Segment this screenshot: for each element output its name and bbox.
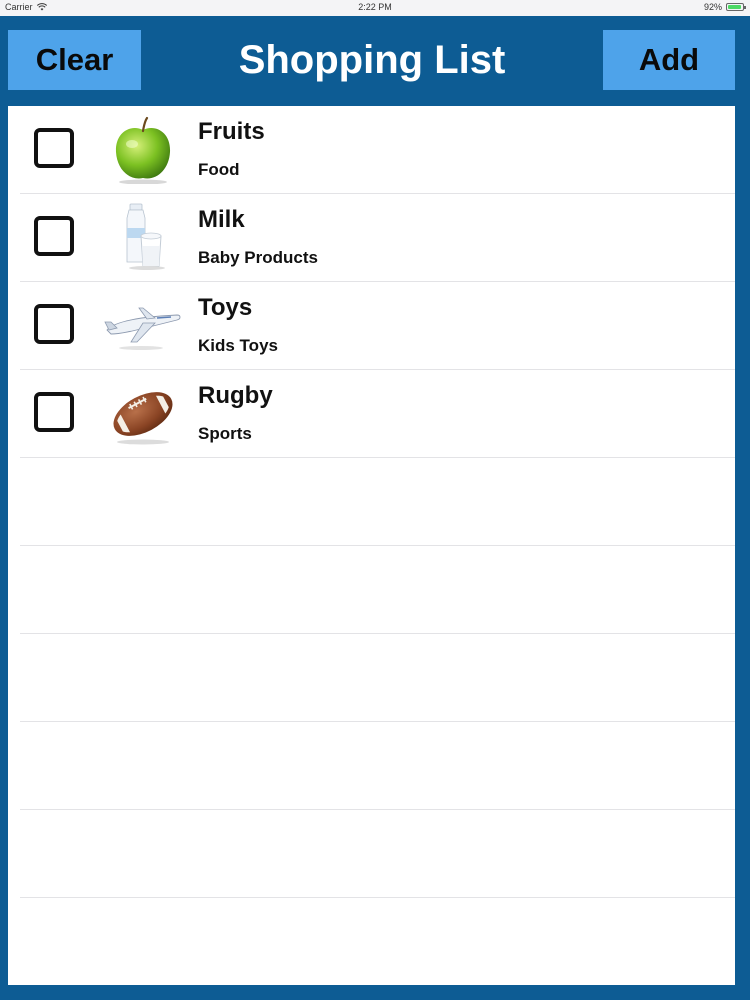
status-bar: Carrier 2:22 PM 92% (0, 0, 750, 16)
shopping-list-table[interactable]: Fruits Food Milk Baby Products Toys Kids… (8, 106, 735, 985)
item-checkbox[interactable] (34, 304, 74, 344)
empty-row (8, 546, 735, 634)
item-title: Milk (198, 206, 245, 233)
item-category: Sports (198, 424, 252, 443)
list-item[interactable]: Rugby Sports (8, 370, 735, 458)
rugby-ball-icon (113, 392, 173, 445)
item-category: Food (198, 160, 240, 179)
battery-fill (728, 5, 741, 9)
empty-row (8, 810, 735, 898)
item-checkbox[interactable] (34, 128, 74, 168)
milk-icon (126, 203, 165, 270)
add-button[interactable]: Add (603, 30, 735, 90)
battery-icon (726, 3, 746, 11)
empty-row (8, 722, 735, 810)
list-item[interactable]: Fruits Food (8, 106, 735, 194)
item-category: Baby Products (198, 248, 318, 267)
row-separator (20, 897, 735, 898)
item-title: Rugby (198, 382, 273, 409)
list-item[interactable]: Toys Kids Toys (8, 282, 735, 370)
item-title: Toys (198, 294, 253, 321)
item-checkbox[interactable] (34, 216, 74, 256)
list-item[interactable]: Milk Baby Products (8, 194, 735, 282)
empty-row (8, 634, 735, 722)
airplane-icon (104, 307, 181, 350)
clear-button[interactable]: Clear (8, 30, 141, 90)
battery-indicator: 92% (703, 2, 746, 12)
page-title: Shopping List (238, 38, 506, 82)
navigation-bar: Clear Shopping List Add (0, 16, 750, 106)
item-category: Kids Toys (198, 336, 278, 355)
item-checkbox[interactable] (34, 392, 74, 432)
item-title: Fruits (198, 118, 265, 145)
status-time: 2:22 PM (358, 2, 392, 12)
battery-percent: 92% (703, 2, 722, 12)
empty-row (8, 458, 735, 546)
apple-icon (115, 116, 171, 184)
